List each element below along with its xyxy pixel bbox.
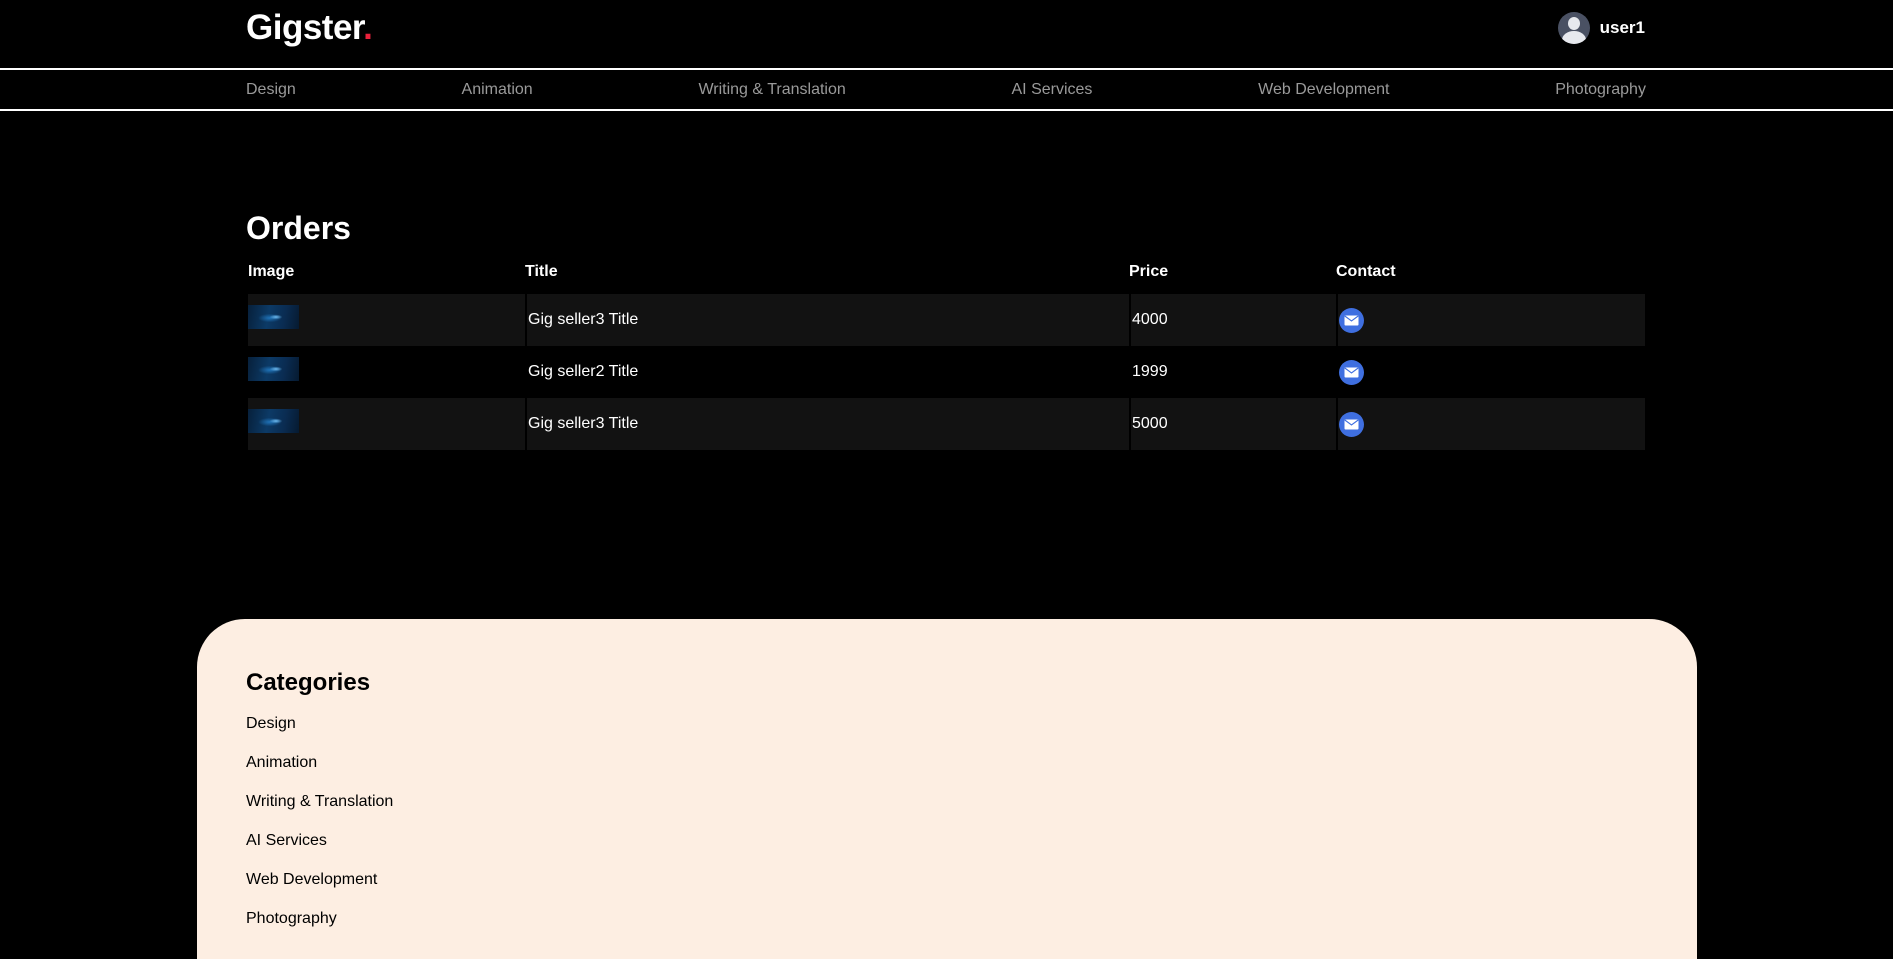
nav-item-photography[interactable]: Photography bbox=[1555, 81, 1646, 99]
logo-text: Gigster bbox=[246, 8, 364, 47]
user-avatar-icon[interactable] bbox=[1557, 12, 1590, 44]
user-menu[interactable]: user1 bbox=[1557, 12, 1645, 44]
footer-category-list: Design Animation Writing & Translation A… bbox=[246, 714, 393, 948]
username[interactable]: user1 bbox=[1600, 18, 1645, 38]
orders-table: Image Title Price Contact Gig seller3 Ti… bbox=[248, 263, 1645, 450]
order-title: Gig seller3 Title bbox=[525, 294, 1129, 346]
category-nav-list: Design Animation Writing & Translation A… bbox=[246, 70, 1646, 109]
orders-table-head: Image Title Price Contact bbox=[248, 263, 1645, 294]
order-image-cell bbox=[248, 294, 525, 346]
order-price: 5000 bbox=[1129, 398, 1336, 450]
column-header-image: Image bbox=[248, 263, 295, 280]
footer-categories-title: Categories bbox=[246, 669, 371, 696]
footer-link-photography[interactable]: Photography bbox=[246, 909, 393, 948]
mail-icon[interactable] bbox=[1339, 307, 1364, 333]
gig-thumbnail[interactable] bbox=[248, 357, 299, 381]
footer-link-ai-services[interactable]: AI Services bbox=[246, 831, 393, 870]
order-contact-cell bbox=[1336, 294, 1645, 346]
top-bar: Gigster. user1 bbox=[0, 0, 1893, 68]
gig-thumbnail[interactable] bbox=[248, 409, 299, 433]
mail-icon[interactable] bbox=[1339, 359, 1364, 385]
gig-thumbnail[interactable] bbox=[248, 305, 299, 329]
footer-link-web-development[interactable]: Web Development bbox=[246, 870, 393, 909]
order-price: 4000 bbox=[1129, 294, 1336, 346]
order-contact-cell bbox=[1336, 398, 1645, 450]
order-title: Gig seller2 Title bbox=[528, 363, 639, 380]
nav-item-design[interactable]: Design bbox=[246, 81, 296, 99]
order-title: Gig seller3 Title bbox=[525, 398, 1129, 450]
column-header-title: Title bbox=[525, 263, 558, 280]
table-row: Gig seller2 Title 1999 bbox=[248, 346, 1645, 398]
mail-icon-glyph bbox=[1344, 419, 1359, 429]
orders-header-row: Image Title Price Contact bbox=[248, 263, 1645, 294]
nav-item-writing-translation[interactable]: Writing & Translation bbox=[698, 81, 845, 99]
footer: Categories Design Animation Writing & Tr… bbox=[197, 619, 1697, 959]
mail-icon-glyph bbox=[1344, 315, 1359, 325]
page-title: Orders bbox=[246, 210, 351, 246]
footer-link-writing-translation[interactable]: Writing & Translation bbox=[246, 792, 393, 831]
footer-link-animation[interactable]: Animation bbox=[246, 753, 393, 792]
table-row: Gig seller3 Title 4000 bbox=[248, 294, 1645, 346]
nav-item-ai-services[interactable]: AI Services bbox=[1012, 81, 1093, 99]
site-logo[interactable]: Gigster. bbox=[246, 8, 373, 48]
order-image-cell bbox=[248, 398, 525, 450]
order-contact-cell bbox=[1336, 346, 1645, 398]
nav-item-web-development[interactable]: Web Development bbox=[1258, 81, 1389, 99]
avatar-head bbox=[1567, 17, 1580, 30]
order-price: 1999 bbox=[1132, 363, 1168, 380]
order-image-cell bbox=[248, 346, 525, 398]
mail-icon[interactable] bbox=[1339, 411, 1364, 437]
mail-icon-glyph bbox=[1344, 367, 1359, 377]
column-header-price: Price bbox=[1129, 263, 1169, 280]
table-row: Gig seller3 Title 5000 bbox=[248, 398, 1645, 450]
category-nav: Design Animation Writing & Translation A… bbox=[0, 68, 1893, 111]
orders-table-body: Gig seller3 Title 4000 Gig seller2 Title… bbox=[248, 294, 1645, 450]
avatar-body bbox=[1561, 31, 1586, 44]
nav-item-animation[interactable]: Animation bbox=[462, 81, 533, 99]
logo-dot: . bbox=[363, 8, 373, 47]
footer-link-design[interactable]: Design bbox=[246, 714, 393, 753]
column-header-contact: Contact bbox=[1336, 263, 1396, 280]
